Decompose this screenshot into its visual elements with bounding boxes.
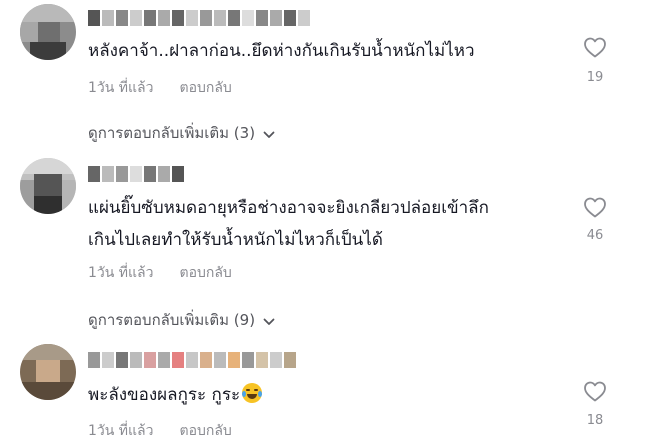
view-more-replies[interactable]: ดูการตอบกลับเพิ่มเติม (3) <box>88 121 275 145</box>
comment-text: หลังคาจ้า..ฝาลาก่อน..ยึดห่างกันเกินรับน้… <box>88 41 475 61</box>
comment-text-line2: เกินไปเลยทำให้รับน้ำหนักไม่ไหวก็เป็นได้ <box>88 230 383 250</box>
view-more-replies[interactable]: ดูการตอบกลับเพิ่มเติม (9) <box>88 308 275 332</box>
reply-button[interactable]: ตอบกลับ <box>179 80 231 96</box>
comment-time: 1วัน ที่แล้ว <box>88 80 154 96</box>
like-count: 19 <box>586 70 604 85</box>
username-blurred[interactable] <box>88 166 184 182</box>
like-button[interactable] <box>580 36 610 58</box>
avatar[interactable] <box>20 344 76 400</box>
comment-time: 1วัน ที่แล้ว <box>88 423 154 439</box>
username-blurred[interactable] <box>88 10 310 26</box>
reply-button[interactable]: ตอบกลับ <box>179 265 231 281</box>
comment-meta: 1วัน ที่แล้ว ตอบกลับ <box>88 262 232 284</box>
view-more-replies-label: ดูการตอบกลับเพิ่มเติม (3) <box>88 124 256 142</box>
chevron-down-icon <box>263 125 275 143</box>
like-count: 46 <box>586 228 604 243</box>
like-button[interactable] <box>580 380 610 402</box>
like-count: 18 <box>586 413 604 428</box>
avatar[interactable] <box>20 4 76 60</box>
tears-of-joy-emoji-icon <box>242 383 263 403</box>
username-blurred[interactable] <box>88 352 296 368</box>
comment-text: แผ่นยิ๊บซับหมดอายุหรือช่างอาจจะยิงเกลียว… <box>88 198 489 218</box>
comment-text-body: พะลังของผลกูระ กูระ <box>88 385 241 405</box>
comment-text: พะลังของผลกูระ กูระ <box>88 379 263 412</box>
heart-icon <box>584 381 606 402</box>
comment-meta: 1วัน ที่แล้ว ตอบกลับ <box>88 77 232 99</box>
chevron-down-icon <box>263 312 275 330</box>
heart-icon <box>584 37 606 58</box>
view-more-replies-label: ดูการตอบกลับเพิ่มเติม (9) <box>88 311 256 329</box>
heart-icon <box>584 197 606 218</box>
avatar[interactable] <box>20 158 76 214</box>
reply-button[interactable]: ตอบกลับ <box>179 423 231 439</box>
comment-meta: 1วัน ที่แล้ว ตอบกลับ <box>88 420 232 442</box>
comment-time: 1วัน ที่แล้ว <box>88 265 154 281</box>
like-button[interactable] <box>580 196 610 218</box>
